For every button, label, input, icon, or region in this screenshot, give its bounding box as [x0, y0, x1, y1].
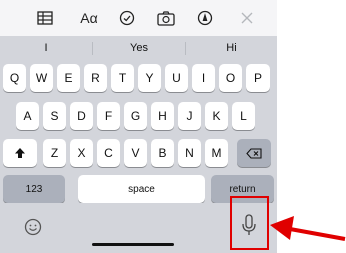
red-arrow-icon — [270, 216, 346, 241]
